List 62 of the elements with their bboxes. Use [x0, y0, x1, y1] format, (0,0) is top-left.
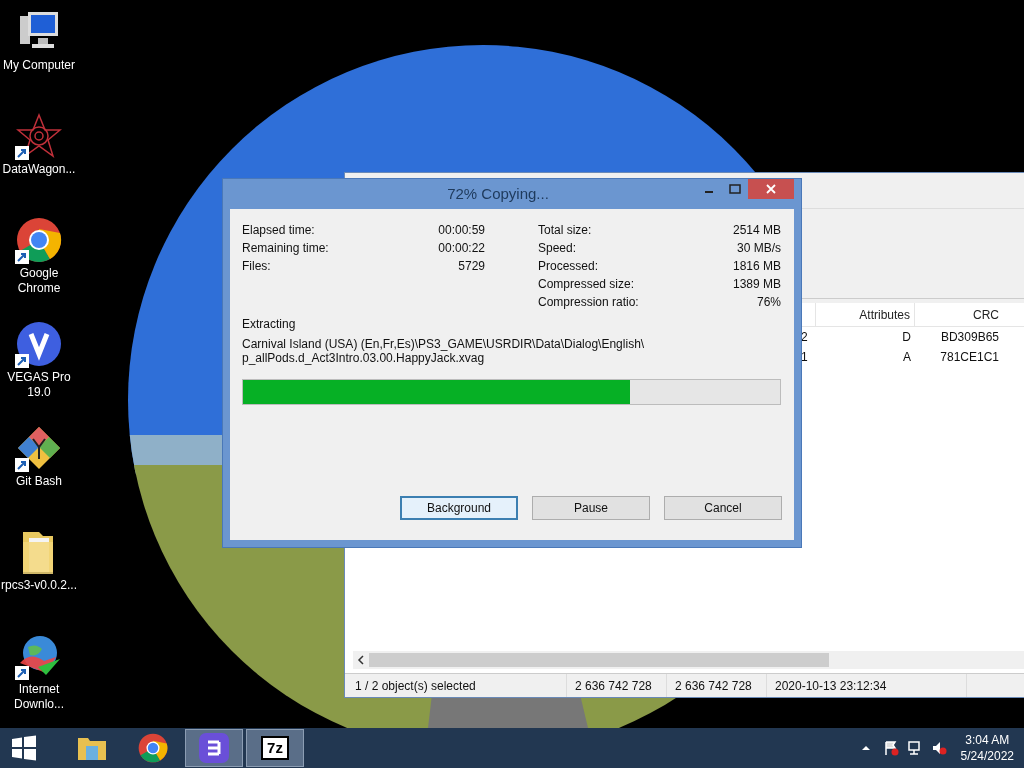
diamond-logo-icon: [16, 425, 62, 471]
speaker-muted-icon[interactable]: [930, 740, 947, 756]
stat-label: Elapsed time:: [242, 222, 315, 239]
dialog-button[interactable]: Pause: [532, 496, 650, 520]
table-cell-text: 2: [801, 329, 809, 346]
clock-date: 5/24/2022: [960, 748, 1014, 764]
status-bar-text: 2 636 742 728: [667, 674, 767, 697]
desktop-icon-label[interactable]: Internet Downlo...: [0, 682, 78, 712]
desktop-icon-label[interactable]: VEGAS Pro 19.0: [0, 370, 78, 400]
table-cell-text: A: [902, 349, 912, 366]
stat-value: 1816 MB: [732, 258, 781, 275]
network-icon[interactable]: [906, 740, 923, 756]
clock-time: 3:04 AM: [965, 732, 1010, 748]
stat-value: 5729: [458, 258, 485, 275]
stat-label: Total size:: [538, 222, 592, 239]
close-icon: [766, 184, 776, 194]
taskbar-app-button[interactable]: 7z: [246, 729, 304, 767]
column-header[interactable]: CRC: [915, 303, 1015, 326]
status-bar-text: 2020-10-13 23:12:34: [767, 674, 967, 697]
clock[interactable]: 3:04 AM 5/24/2022: [960, 732, 1014, 764]
table-cell-text: 781CE1C1: [939, 349, 1000, 366]
stat-label: Compression ratio:: [538, 294, 639, 311]
chrome-icon: [16, 217, 62, 263]
status-bar-text: 2 636 742 728: [567, 674, 667, 697]
close-button[interactable]: [748, 179, 794, 199]
b-logo-icon: [199, 733, 229, 763]
stat-label: Remaining time:: [242, 240, 329, 257]
scrollbar-thumb[interactable]: [369, 653, 829, 667]
file-path-text: Carnival Island (USA) (En,Fr,Es)\PS3_GAME\USRDIR\Data\Dialog\English\: [242, 337, 646, 351]
desktop-icon-label[interactable]: rpcs3-v0.0.2...: [0, 578, 78, 593]
status-bar-text: 1 / 2 object(s) selected: [345, 674, 567, 697]
dialog-button[interactable]: Background: [400, 496, 518, 520]
stat-label: Compressed size:: [538, 276, 635, 293]
stat-value: 00:00:22: [438, 240, 485, 257]
star-pattern-icon: [16, 113, 62, 159]
table-cell-text: BD309B65: [939, 329, 1000, 346]
stat-label: Speed:: [538, 240, 577, 257]
stat-value: 76%: [756, 294, 781, 311]
stat-value: 30 MB/s: [737, 240, 781, 257]
app-logo: 7z: [261, 736, 289, 760]
stat-label: Processed:: [538, 258, 599, 275]
desktop-icon-label[interactable]: Google Chrome: [0, 266, 78, 296]
stat-value: 2514 MB: [732, 222, 781, 239]
window-title: 72% Copying...: [446, 183, 550, 204]
windows-start-icon[interactable]: [10, 734, 38, 762]
table-cell-text: D: [901, 329, 912, 346]
dialog-button[interactable]: Cancel: [664, 496, 782, 520]
desktop-icon-label[interactable]: Git Bash: [0, 474, 78, 489]
table-cell-text: 1: [801, 349, 809, 366]
desktop-icon-label[interactable]: My Computer: [0, 58, 78, 73]
taskbar-app-button[interactable]: [185, 729, 243, 767]
column-header[interactable]: Attributes: [815, 303, 915, 326]
flag-icon[interactable]: [882, 740, 899, 756]
stat-label: Files:: [242, 258, 271, 275]
chrome-icon: [138, 733, 168, 763]
stat-value: 1389 MB: [732, 276, 781, 293]
file-path-text: p_allPods.d_Act3Intro.03.00.HappyJack.xvag: [242, 351, 486, 365]
show-hidden-icons-icon[interactable]: [860, 743, 871, 753]
action-label: Extracting: [242, 316, 297, 333]
desktop-icon-label[interactable]: DataWagon...: [0, 162, 78, 177]
stat-value: 00:00:59: [438, 222, 485, 239]
v-logo-icon: [16, 321, 62, 367]
